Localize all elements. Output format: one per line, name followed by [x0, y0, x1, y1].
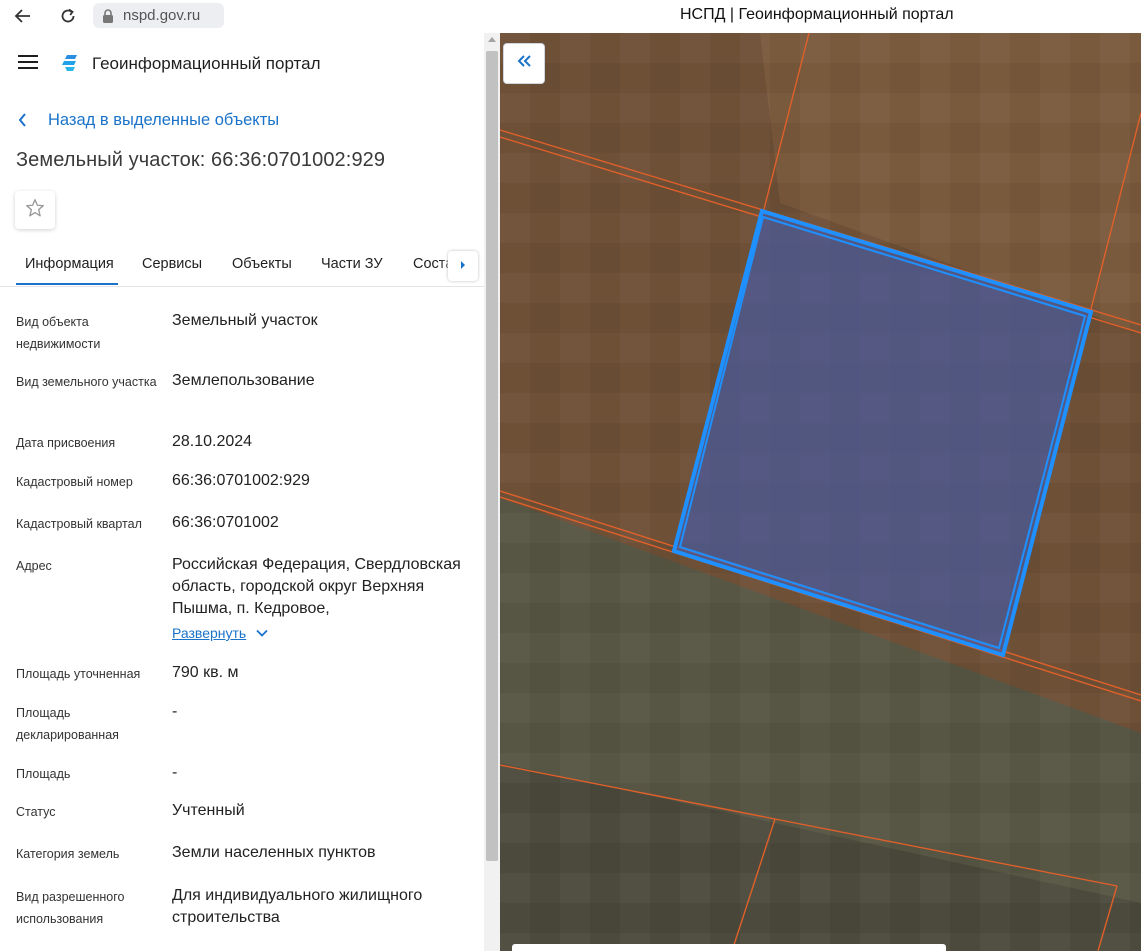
expand-address-link[interactable]: Развернуть: [172, 625, 268, 641]
lock-icon: [97, 3, 119, 28]
value-permitted-use: Для индивидуального жилищного строительс…: [172, 887, 423, 926]
back-to-selected-link[interactable]: Назад в выделенные объекты: [18, 109, 279, 131]
label-cadastral-quarter: Кадастровый квартал: [16, 517, 142, 531]
object-title: Земельный участок: 66:36:0701002:929: [16, 149, 386, 171]
label-cadastral-number: Кадастровый номер: [16, 475, 133, 489]
label-permitted-use: Вид разрешенного использования: [16, 890, 125, 926]
browser-toolbar: nspd.gov.ru НСПД | Геоинформационный пор…: [0, 0, 1141, 33]
back-link-label: Назад в выделенные объекты: [48, 110, 280, 129]
label-address: Адрес: [16, 559, 52, 573]
expand-link-label: Развернуть: [172, 625, 247, 641]
label-area: Площадь: [16, 767, 71, 781]
value-cadastral-number: 66:36:0701002:929: [172, 472, 310, 489]
tab-parts[interactable]: Части ЗУ: [321, 256, 383, 272]
value-land-category: Земли населенных пунктов: [172, 844, 376, 861]
value-area-refined: 790 кв. м: [172, 664, 239, 681]
favorite-button[interactable]: [15, 191, 55, 229]
value-assign-date: 28.10.2024: [172, 433, 253, 450]
label-object-type: Вид объекта недвижимости: [16, 315, 101, 351]
collapse-panel-button[interactable]: [503, 43, 545, 84]
scroll-thumb[interactable]: [486, 51, 498, 861]
label-parcel-type: Вид земельного участка: [16, 375, 157, 389]
hamburger-menu-icon[interactable]: [18, 55, 38, 71]
tab-bar: Информация Сервисы Объекты Части ЗУ Сост…: [0, 246, 484, 287]
panel-scrollbar[interactable]: [484, 33, 500, 951]
map-view[interactable]: [500, 33, 1141, 951]
tab-services[interactable]: Сервисы: [142, 256, 202, 272]
portal-title: Геоинформационный портал: [92, 54, 321, 73]
chevron-down-icon: [256, 629, 268, 637]
value-cadastral-quarter: 66:36:0701002: [172, 514, 279, 531]
label-status: Статус: [16, 805, 56, 819]
double-chevron-left-icon: [516, 54, 532, 73]
browser-tab-title: НСПД | Геоинформационный портал: [680, 6, 954, 23]
url-text: nspd.gov.ru: [123, 7, 201, 24]
object-info-panel: Геоинформационный портал Назад в выделен…: [0, 33, 484, 951]
value-object-type: Земельный участок: [172, 312, 318, 329]
back-arrow-icon[interactable]: [10, 4, 36, 28]
label-area-declared: Площадь декларированная: [16, 706, 119, 742]
label-land-category: Категория земель: [16, 847, 120, 861]
value-area-declared: -: [172, 703, 178, 720]
tab-information[interactable]: Информация: [25, 256, 114, 272]
portal-logo-icon: [61, 53, 81, 73]
tab-objects[interactable]: Объекты: [232, 256, 292, 272]
app-header: Геоинформационный портал: [0, 33, 484, 93]
value-address: Российская Федерация, Свердловская облас…: [172, 556, 461, 617]
value-parcel-type: Землепользование: [172, 372, 315, 389]
tab-scroll-right-button[interactable]: [448, 251, 478, 281]
map-bottom-panel-edge: [512, 944, 946, 951]
scroll-up-arrow-icon[interactable]: [488, 37, 496, 42]
label-area-refined: Площадь уточненная: [16, 667, 141, 681]
label-assign-date: Дата присвоения: [16, 436, 116, 450]
chevron-left-icon: [18, 113, 32, 127]
value-area: -: [172, 764, 178, 781]
star-icon: [24, 197, 46, 224]
active-tab-indicator: [16, 283, 118, 285]
caret-right-icon: [459, 257, 467, 275]
map-canvas: [500, 33, 1141, 951]
value-status: Учтенный: [172, 802, 245, 819]
address-bar[interactable]: nspd.gov.ru: [93, 3, 224, 28]
reload-icon[interactable]: [55, 4, 81, 28]
